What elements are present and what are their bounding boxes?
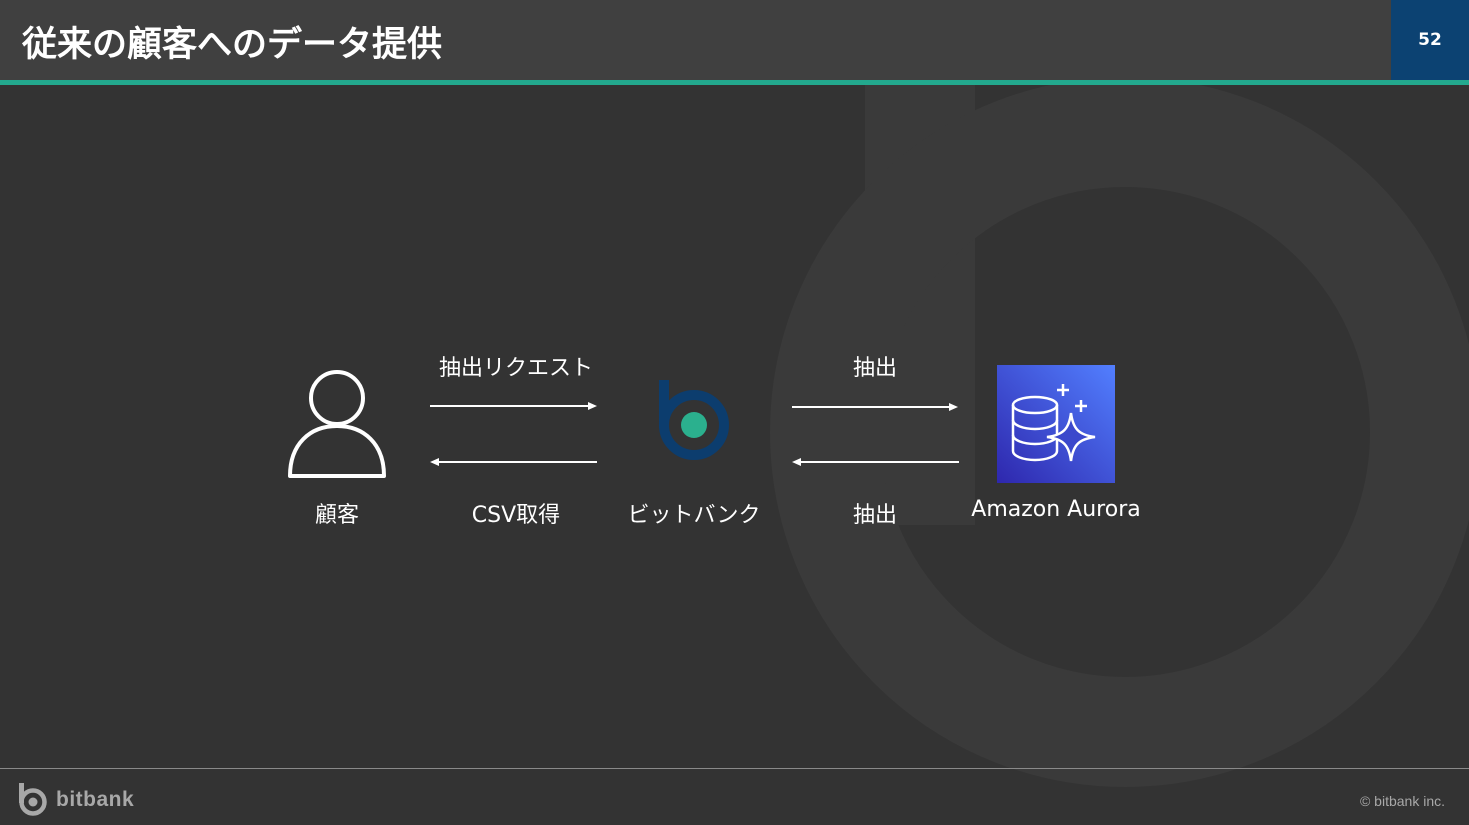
footer-brand: bitbank [56,788,135,811]
footer-divider [0,768,1469,769]
person-icon [288,370,386,478]
extract-return-arrow [792,458,959,466]
bitbank-footer-logo-icon [19,783,47,816]
bitbank-logo-icon [659,380,729,460]
customer-label: 顧客 [314,503,360,528]
extract-top-label: 抽出 [852,356,898,381]
aurora-label: Amazon Aurora [971,497,1141,522]
copyright-text: © bitbank inc. [1359,793,1445,809]
request-arrow [430,402,597,410]
csv-return-arrow [430,458,597,466]
extract-bottom-label: 抽出 [852,503,898,528]
request-label: 抽出リクエスト [438,356,594,381]
csv-label: CSV取得 [471,503,561,528]
diagram-arrows [430,402,959,466]
extract-request-arrow [792,403,958,411]
footer-logo: bitbank [18,783,134,817]
aurora-database-icon [997,365,1115,483]
bitbank-label: ビットバンク [627,503,761,528]
slide: 従来の顧客へのデータ提供 52 抽出リクエスト 抽出 顧客 CSV取得 ビットバ… [0,0,1469,825]
